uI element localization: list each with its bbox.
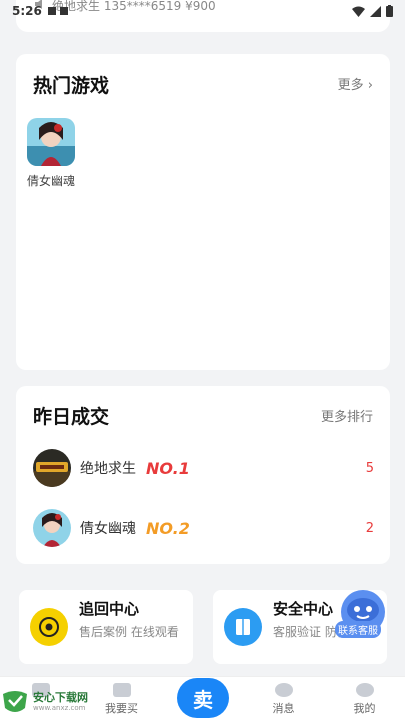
- status-bar: 5:26: [0, 0, 405, 22]
- game-icon-qiannv: [27, 118, 75, 166]
- customer-service-float-button[interactable]: 联系客服: [335, 588, 389, 640]
- deal-game-name: 绝地求生: [80, 461, 136, 477]
- recovery-center-card[interactable]: 追回中心 售后案例 在线观看: [19, 590, 193, 664]
- hot-games-title: 热门游戏: [33, 75, 110, 97]
- status-right: [352, 5, 393, 17]
- deal-count: 2: [365, 520, 374, 536]
- hot-games-card: 热门游戏 更多 › 倩女幽魂: [16, 54, 390, 370]
- tab-label: 消息: [272, 702, 295, 715]
- wifi-icon: [352, 6, 365, 17]
- more-label: 更多: [337, 78, 364, 93]
- watermark-logo: 安心下载网 www.anxz.com: [0, 686, 110, 720]
- watermark-url: www.anxz.com: [33, 704, 86, 712]
- deal-rank: NO.2: [146, 518, 190, 538]
- deals-title: 昨日成交: [33, 406, 110, 428]
- customer-service-label: 联系客服: [335, 621, 381, 638]
- yesterday-deals-card: 昨日成交 更多排行 绝地求生 NO.1 5 倩女幽魂 NO.2 2: [16, 386, 390, 564]
- deal-count: 5: [365, 460, 374, 476]
- game-name: 倩女幽魂: [26, 174, 75, 188]
- deal-rank: NO.1: [146, 458, 190, 478]
- notification-icon: [59, 7, 68, 15]
- game-avatar-pubg: [33, 449, 71, 487]
- game-tile[interactable]: 倩女幽魂: [25, 118, 77, 189]
- profile-icon: [355, 683, 374, 697]
- service-desc: 售后案例 在线观看: [79, 625, 179, 639]
- shield-logo-icon: [3, 691, 27, 712]
- service-title: 追回中心: [79, 600, 140, 618]
- sell-button[interactable]: 卖: [177, 678, 229, 718]
- book-icon: [224, 608, 262, 646]
- buy-icon: [112, 683, 131, 697]
- tab-messages[interactable]: 消息: [243, 677, 324, 720]
- game-avatar-qiannv: [33, 509, 71, 547]
- notification-icons: [47, 7, 68, 15]
- tab-profile[interactable]: 我的: [324, 677, 405, 720]
- service-title: 安全中心: [273, 600, 334, 618]
- tab-label: 我的: [353, 702, 376, 715]
- deal-row[interactable]: 绝地求生 NO.1 5: [33, 448, 374, 488]
- battery-icon: [386, 5, 393, 17]
- more-ranking-link[interactable]: 更多排行: [321, 406, 373, 425]
- target-icon: [30, 608, 68, 646]
- chevron-right-icon: ›: [367, 78, 373, 93]
- deal-row[interactable]: 倩女幽魂 NO.2 2: [33, 508, 374, 548]
- signal-icon: [370, 5, 381, 17]
- deal-game-name: 倩女幽魂: [80, 521, 136, 537]
- message-icon: [274, 683, 293, 697]
- status-time: 5:26: [12, 4, 42, 18]
- notification-icon: [47, 7, 56, 15]
- watermark-title: 安心下载网: [33, 691, 88, 704]
- hot-games-more-link[interactable]: 更多 ›: [338, 74, 373, 93]
